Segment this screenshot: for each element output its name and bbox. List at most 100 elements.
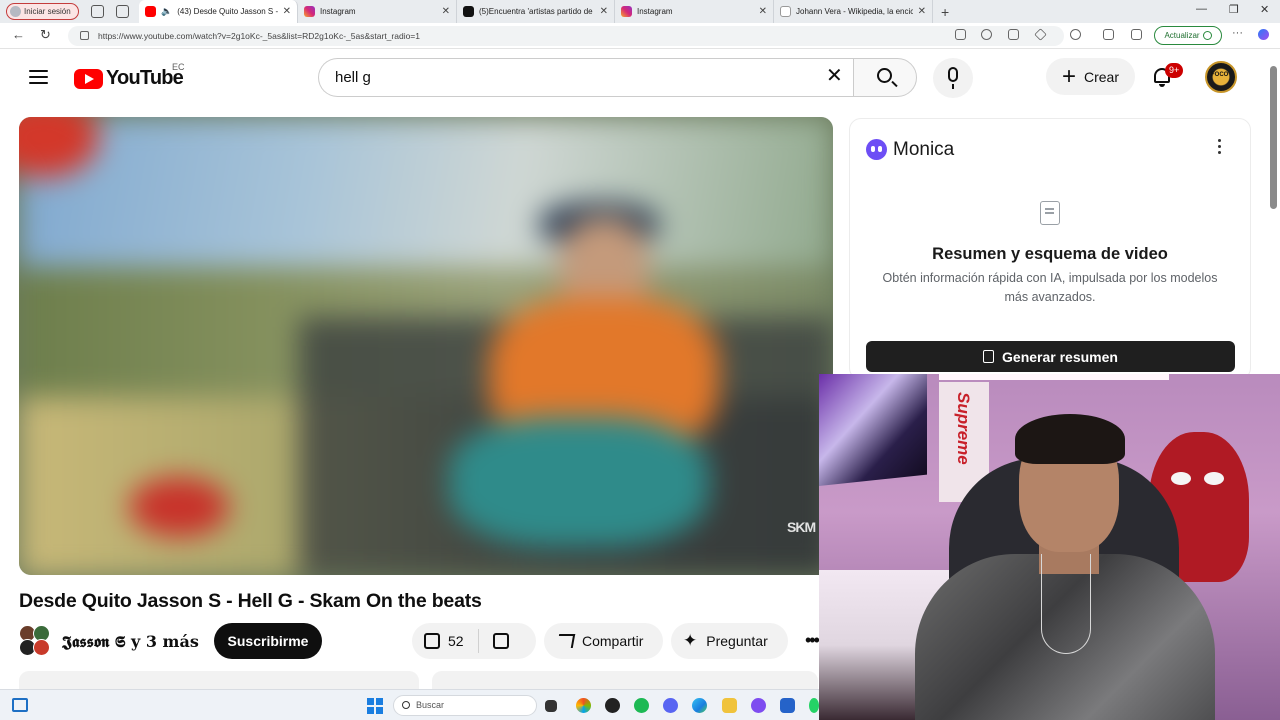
poster-text: Supreme	[954, 392, 973, 465]
youtube-play-icon	[74, 68, 103, 89]
reload-button[interactable]: ↻	[40, 27, 51, 43]
back-button[interactable]: ←	[12, 27, 25, 42]
channel-name[interactable]: 𝕵𝖆𝖘𝖘𝖔𝖓 𝕾 y 3 más	[62, 632, 199, 652]
instagram-favicon-icon	[621, 6, 632, 17]
owner-avatar[interactable]	[33, 639, 50, 656]
browser-tab-bar: Iniciar sesión 🔈 (43) Desde Quito Jasson…	[0, 0, 1280, 23]
workspaces-icon[interactable]	[91, 5, 104, 18]
sparkle-icon: ✦	[683, 631, 698, 650]
tab-tiktok[interactable]: (5)Encuentra 'artistas partido de ✕	[457, 0, 615, 23]
file-explorer-icon[interactable]	[722, 698, 737, 713]
tab-actions-icon[interactable]	[116, 5, 129, 18]
copilot-taskbar-icon[interactable]	[576, 698, 591, 713]
tab-youtube[interactable]: 🔈 (43) Desde Quito Jasson S - ✕	[139, 0, 298, 23]
youtube-logo[interactable]: YouTube EC	[74, 62, 185, 90]
scrollbar-thumb[interactable]	[1270, 66, 1277, 209]
extensions-icon[interactable]	[1070, 29, 1081, 40]
close-tab-icon[interactable]: ✕	[918, 6, 926, 17]
ask-button[interactable]: ✦ Preguntar	[671, 623, 788, 659]
search-input[interactable]: hell g	[318, 58, 854, 97]
like-button[interactable]: 52	[412, 629, 479, 653]
browser-essentials-icon[interactable]	[1103, 29, 1114, 40]
widgets-icon[interactable]	[12, 698, 28, 712]
address-bar-row: ← ↻ https://www.youtube.com/watch?v=2g1o…	[0, 23, 1280, 49]
video-watermark: SKM	[787, 519, 816, 535]
taskbar-search-placeholder: Buscar	[416, 700, 445, 710]
minimize-button[interactable]: —	[1196, 3, 1207, 15]
related-card[interactable]	[432, 671, 818, 691]
close-tab-icon[interactable]: ✕	[759, 6, 767, 17]
close-tab-icon[interactable]: ✕	[600, 6, 608, 17]
windows-taskbar: Buscar	[0, 689, 819, 720]
favorites-icon[interactable]	[1131, 29, 1142, 40]
thumbs-down-icon	[492, 633, 509, 649]
video-frame	[19, 117, 833, 575]
tab-title: (5)Encuentra 'artistas partido de	[479, 7, 593, 16]
edge-icon[interactable]	[692, 698, 707, 713]
restore-button[interactable]: ❐	[1229, 3, 1239, 16]
share-button[interactable]: Compartir	[544, 623, 663, 659]
search-icon	[402, 701, 410, 709]
close-tab-icon[interactable]: ✕	[283, 6, 291, 17]
close-tab-icon[interactable]: ✕	[442, 6, 450, 17]
url-text: https://www.youtube.com/watch?v=2g1oKc-_…	[98, 31, 420, 41]
create-button[interactable]: + Crear	[1046, 58, 1135, 95]
read-aloud-icon[interactable]	[1008, 29, 1019, 40]
youtube-header: YouTube EC hell g ✕ + Crear 9+ FOCO	[0, 49, 1268, 107]
plus-icon: +	[1061, 62, 1076, 90]
voice-search-button[interactable]	[933, 58, 973, 98]
search-icon	[877, 68, 892, 83]
tab-title: Instagram	[320, 7, 356, 16]
app-purple-icon[interactable]	[751, 698, 766, 713]
close-window-button[interactable]: ✕	[1260, 3, 1269, 16]
share-icon	[556, 634, 576, 648]
instagram-favicon-icon	[304, 6, 315, 17]
spotify-icon[interactable]	[634, 698, 649, 713]
summary-icon	[983, 350, 995, 363]
copilot-icon[interactable]	[1258, 29, 1269, 40]
webcam-overlay: Supreme	[819, 374, 1280, 720]
app-available-icon[interactable]	[955, 29, 966, 40]
like-count: 52	[448, 633, 464, 649]
profile-button[interactable]: Iniciar sesión	[6, 3, 79, 20]
tab-wikipedia[interactable]: Johann Vera - Wikipedia, la encic ✕	[774, 0, 933, 23]
settings-more-icon[interactable]: ···	[1232, 27, 1243, 39]
site-info-icon[interactable]	[80, 31, 89, 40]
subscribe-button[interactable]: Suscribirme	[214, 623, 322, 659]
new-tab-button[interactable]: +	[941, 4, 949, 20]
dislike-button[interactable]	[479, 633, 523, 649]
tab-instagram[interactable]: Instagram ✕	[298, 0, 457, 23]
search-button[interactable]	[853, 58, 917, 97]
zoom-icon[interactable]	[981, 29, 992, 40]
video-player[interactable]: SKM	[19, 117, 833, 575]
clear-search-icon[interactable]: ✕	[826, 65, 843, 87]
summary-document-icon	[1040, 201, 1060, 225]
monica-logo-icon	[866, 139, 887, 160]
url-field[interactable]: https://www.youtube.com/watch?v=2g1oKc-_…	[68, 26, 1064, 46]
tab-title: Johann Vera - Wikipedia, la encic	[796, 7, 913, 16]
more-actions-icon[interactable]: •••	[805, 630, 820, 651]
discord-icon[interactable]	[663, 698, 678, 713]
video-title: Desde Quito Jasson S - Hell G - Skam On …	[19, 590, 482, 612]
webcam-tv-screen	[819, 374, 927, 486]
more-options-icon[interactable]	[1218, 139, 1222, 154]
profile-avatar-icon	[10, 6, 21, 17]
youtube-favicon-icon	[145, 6, 156, 17]
description-card[interactable]	[19, 671, 419, 691]
summary-description: Obtén información rápida con IA, impulsa…	[882, 271, 1218, 304]
start-button-icon[interactable]	[367, 698, 383, 714]
app-taskbar-icon[interactable]	[605, 698, 620, 713]
update-button[interactable]: Actualizar	[1154, 26, 1222, 45]
tab-instagram-2[interactable]: Instagram ✕	[615, 0, 774, 23]
store-icon[interactable]	[780, 698, 795, 713]
menu-icon[interactable]	[29, 70, 48, 84]
generate-summary-button[interactable]: Generar resumen	[866, 341, 1235, 372]
create-label: Crear	[1084, 68, 1120, 85]
whatsapp-icon[interactable]	[809, 698, 819, 713]
account-avatar[interactable]: FOCO	[1205, 61, 1237, 93]
task-view-icon[interactable]	[545, 700, 557, 712]
tiktok-favicon-icon	[463, 6, 474, 17]
update-label: Actualizar	[1164, 31, 1200, 40]
share-label: Compartir	[582, 633, 644, 649]
taskbar-search-input[interactable]: Buscar	[393, 695, 537, 716]
